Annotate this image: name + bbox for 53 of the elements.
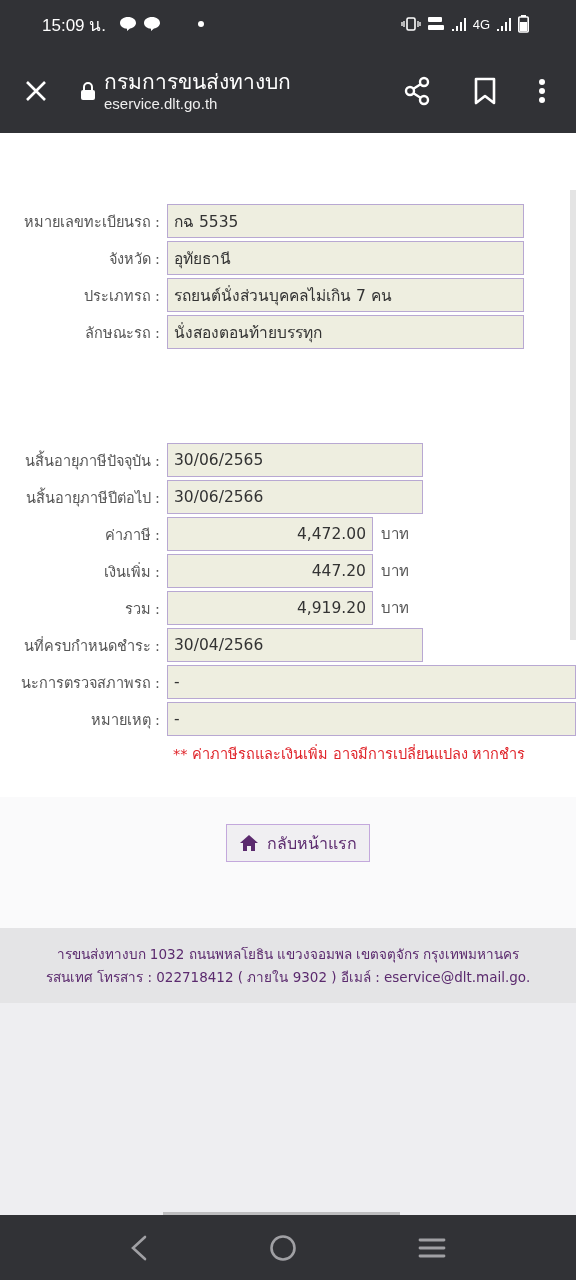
input-field[interactable]: 4,472.00 <box>167 517 373 551</box>
currency-unit: บาท <box>381 561 409 582</box>
footer-text: รสนเทศ โทรสาร : 022718412 ( ภายใน 9302 ) อีเมล์ : eservice@dlt.mail.go. <box>45 967 531 987</box>
input-field[interactable]: 447.20 <box>167 554 373 588</box>
input-field[interactable]: รถยนต์นั่งส่วนบุคคลไม่เกิน 7 คน <box>167 278 524 312</box>
chat-bubble-icon <box>143 16 161 32</box>
close-icon <box>24 78 48 103</box>
signal-icon <box>496 17 512 31</box>
field-label: ลักษณะรถ : <box>83 323 160 343</box>
scrollbar[interactable] <box>163 1212 400 1215</box>
lock-icon <box>80 80 96 101</box>
tax-notice: ** ค่าภาษีรถและเงินเพิ่ม อาจมีการเปลี่ยนแปลง หากชำร <box>173 743 527 764</box>
page-title: กรมการขนส่งทางบก <box>104 69 292 95</box>
field-label: นสิ้นอายุภาษีปัจจุบัน : <box>23 449 160 472</box>
share-icon <box>402 75 432 106</box>
currency-unit: บาท <box>381 598 409 619</box>
field-label: หมายเลขทะเบียนรถ : <box>22 212 160 232</box>
field-label: เงินเพิ่ม : <box>102 561 160 582</box>
input-field[interactable]: 30/06/2565 <box>167 443 423 477</box>
battery-icon <box>518 15 529 33</box>
input-field[interactable]: กฉ 5535 <box>167 204 524 238</box>
field-label: หมายเหตุ : <box>89 710 160 731</box>
bookmark-icon <box>474 76 496 105</box>
input-field[interactable]: 30/04/2566 <box>167 628 423 662</box>
more-options-icon <box>538 77 546 104</box>
field-label: ประเภทรถ : <box>82 286 160 306</box>
input-field[interactable]: - <box>167 665 576 699</box>
home-circle-icon <box>269 1233 297 1262</box>
field-label: รวม : <box>123 599 160 619</box>
vibrate-icon <box>400 17 421 31</box>
field-label: จังหวัด : <box>107 249 160 269</box>
field-label: นที่ครบกำหนดชำระ : <box>22 635 160 656</box>
chat-bubble-icon <box>119 16 137 32</box>
field-label: นสิ้นอายุภาษีปีต่อไป : <box>24 486 160 509</box>
back-icon <box>130 1234 149 1261</box>
currency-unit: บาท <box>381 524 409 545</box>
menu-icon <box>417 1236 446 1259</box>
field-label: ค่าภาษี : <box>103 525 160 545</box>
footer-text: ารขนส่งทางบก 1032 ถนนพหลโยธิน แขวงจอมพล เขตจตุจักร กรุงเทพมหานคร <box>56 944 520 965</box>
input-field[interactable]: - <box>167 702 576 736</box>
input-field[interactable]: 30/06/2566 <box>167 480 423 514</box>
input-field[interactable]: นั่งสองตอนท้ายบรรทุก <box>167 315 524 349</box>
notification-dot-icon <box>198 21 204 27</box>
page-url: eservice.dlt.go.th <box>104 95 219 112</box>
clock-time: 15:09 น. <box>42 14 106 37</box>
home-icon <box>239 834 259 852</box>
field-label: นะการตรวจสภาพรถ : <box>19 673 160 693</box>
home-button[interactable]: กลับหน้าแรก <box>226 824 370 862</box>
scrollbar[interactable] <box>570 190 576 640</box>
input-field[interactable]: อุทัยธานี <box>167 241 524 275</box>
input-field[interactable]: 4,919.20 <box>167 591 373 625</box>
signal-icon <box>450 17 467 31</box>
network-type: 4G <box>472 16 490 32</box>
